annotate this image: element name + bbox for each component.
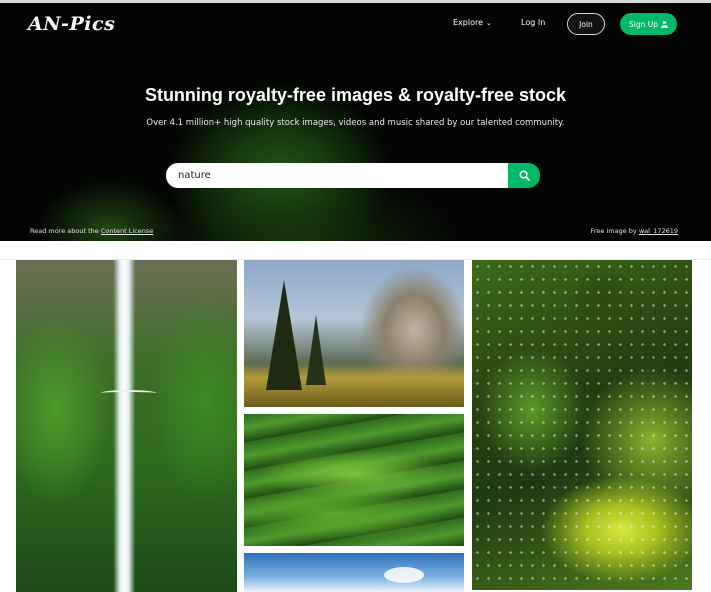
user-icon — [661, 20, 668, 28]
section-divider — [0, 241, 711, 260]
search-input[interactable] — [166, 163, 508, 188]
page-title: Stunning royalty-free images & royalty-f… — [144, 85, 567, 105]
chevron-down-icon: ⌄ — [486, 18, 492, 27]
nav-explore[interactable]: Explore ⌄ — [453, 18, 492, 27]
gallery-image-green-hills[interactable] — [244, 414, 464, 546]
hero-banner: AN-Pics Explore ⌄ Log In Join Sign Up St… — [0, 0, 711, 241]
image-author-link[interactable]: wal_172619 — [639, 227, 678, 235]
image-credit: Free image by wal_172619 — [591, 227, 678, 235]
search-button[interactable] — [508, 163, 540, 188]
license-note: Read more about the Content License — [30, 227, 153, 235]
join-button[interactable]: Join — [567, 13, 605, 35]
gallery-image-leaves-bokeh[interactable] — [472, 260, 692, 590]
bridge-shape — [101, 390, 156, 396]
nav-explore-label: Explore — [453, 18, 484, 27]
gallery-image-waterfall[interactable] — [16, 260, 237, 592]
gallery-image-sky[interactable] — [244, 553, 464, 592]
cloud-shape — [384, 567, 424, 583]
search-icon — [519, 170, 530, 181]
tree-shape — [266, 280, 302, 390]
hero-subtitle: Over 4.1 million+ high quality stock ima… — [146, 118, 565, 128]
signup-label: Sign Up — [629, 19, 658, 29]
license-note-prefix: Read more about the — [30, 227, 101, 235]
gallery-image-mountain-forest[interactable] — [244, 260, 464, 407]
bokeh-dots — [472, 260, 692, 590]
tree-shape — [306, 315, 326, 385]
content-license-link[interactable]: Content License — [101, 227, 153, 235]
login-link[interactable]: Log In — [521, 18, 545, 27]
signup-button[interactable]: Sign Up — [620, 13, 677, 35]
site-logo[interactable]: AN-Pics — [28, 13, 115, 35]
image-credit-prefix: Free image by — [590, 227, 639, 235]
